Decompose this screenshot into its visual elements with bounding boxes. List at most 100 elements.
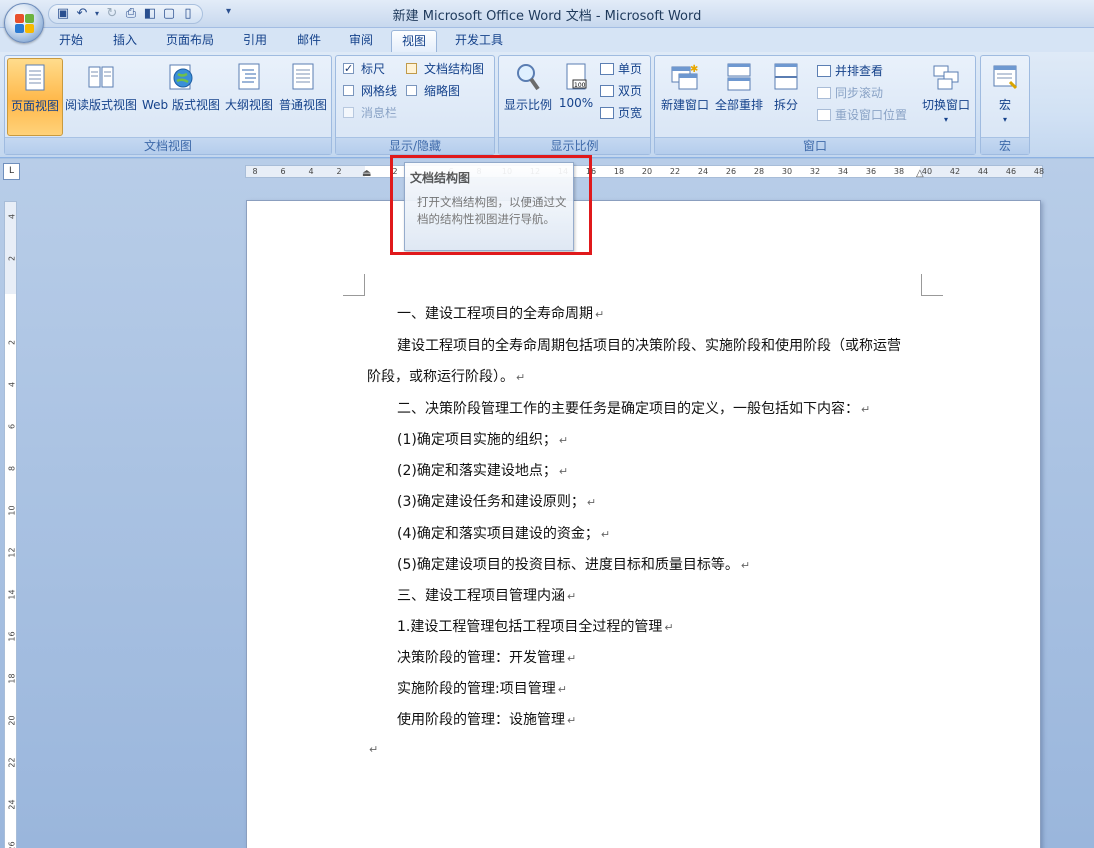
message-bar-checkbox[interactable]: 消息栏	[343, 103, 397, 123]
horizontal-ruler[interactable]: 8642268101214161820222426283032343638404…	[245, 165, 1045, 179]
document-paragraph-line[interactable]: (3)确定建设任务和建设原则； ↵	[397, 491, 596, 511]
arrange-all-button[interactable]: 全部重排	[713, 58, 765, 136]
gridlines-label: 网格线	[361, 84, 398, 98]
view-side-by-side-button[interactable]: 并排查看	[817, 61, 883, 81]
new-window-button[interactable]: ✱ 新建窗口	[657, 58, 713, 136]
synchronous-scrolling-button[interactable]: 同步滚动	[817, 83, 883, 103]
draft-label: 普通视图	[278, 98, 327, 112]
document-paragraph-line[interactable]: 阶段，或称运行阶段）。 ↵	[367, 366, 525, 386]
ruler-tick-label: 36	[865, 167, 877, 176]
document-paragraph-line[interactable]: (4)确定和落实项目建设的资金； ↵	[397, 523, 610, 543]
one-page-button[interactable]: 单页	[600, 59, 642, 79]
sync-scroll-icon	[817, 87, 831, 99]
new-window-label: 新建窗口	[660, 98, 709, 112]
group-show-hide: 标尺 网格线 消息栏 文档结构图 缩略图 显示/隐藏	[335, 55, 495, 155]
print-layout-button[interactable]: 页面视图	[7, 58, 63, 136]
web-layout-label: Web 版式视图	[142, 98, 220, 112]
vruler-tick-label: 16	[7, 631, 17, 642]
right-indent-marker[interactable]: △	[916, 168, 924, 179]
paragraph-text: 一、建设工程项目的全寿命周期	[397, 306, 593, 322]
tab-home[interactable]: 开始	[48, 30, 94, 52]
switch-windows-dropdown-icon: ▾	[943, 115, 948, 124]
macros-button[interactable]: 宏 ▾	[983, 58, 1027, 136]
baidu-watermark: Baidu经验 jingyan.baidu.com	[838, 735, 1048, 848]
switch-windows-button[interactable]: 切换窗口 ▾	[919, 58, 973, 136]
two-pages-button[interactable]: 双页	[600, 81, 642, 101]
group-macros: 宏 ▾ 宏	[980, 55, 1030, 155]
magnifier-icon	[517, 64, 540, 91]
group-document-views: 页面视图 阅读版式视图 Web 版式视图 大纲视图 普通视图 文档视图	[4, 55, 332, 155]
document-paragraph-line[interactable]: (2)确定和落实建设地点； ↵	[397, 460, 568, 480]
vruler-tick-label: 2	[7, 339, 17, 346]
ruler-tick-label: 42	[949, 167, 961, 176]
zoom-100-button[interactable]: 100 100%	[556, 58, 596, 136]
zoom-100-label: 100%	[558, 96, 594, 110]
ruler-tick-label: 48	[1033, 167, 1045, 176]
vertical-ruler[interactable]: 4 2 2 4 6 8 10 12 14 16 18 20 22 24 26	[4, 201, 17, 848]
document-paragraph-line[interactable]: 建设工程项目的全寿命周期包括项目的决策阶段、实施阶段和使用阶段（或称运营	[397, 335, 901, 355]
paragraph-text: (1)确定项目实施的组织；	[397, 432, 557, 448]
ruler-tick-label: 24	[697, 167, 709, 176]
ruler-tick-label: 20	[641, 167, 653, 176]
ruler-tick-label: 18	[613, 167, 625, 176]
document-paragraph-line[interactable]: (5)确定建设项目的投资目标、进度目标和质量目标等。 ↵	[397, 554, 750, 574]
tab-page-layout[interactable]: 页面布局	[158, 30, 222, 52]
vruler-tick-label: 22	[7, 757, 17, 768]
web-layout-button[interactable]: Web 版式视图	[141, 58, 221, 136]
gridlines-checkbox[interactable]: 网格线	[343, 81, 397, 101]
tab-insert[interactable]: 插入	[102, 30, 148, 52]
office-button[interactable]	[4, 3, 44, 43]
switch-windows-label: 切换窗口	[921, 98, 970, 112]
ruler-check-icon	[343, 59, 354, 79]
document-paragraph-line[interactable]: 三、建设工程项目管理内涵 ↵	[397, 585, 576, 605]
document-paragraph-line[interactable]: 1.建设工程管理包括工程项目全过程的管理 ↵	[397, 616, 674, 636]
draft-button[interactable]: 普通视图	[276, 58, 330, 136]
document-paragraph-line[interactable]: (1)确定项目实施的组织； ↵	[397, 429, 568, 449]
paragraph-mark-icon: ↵	[600, 528, 611, 541]
paragraph-mark-icon: ↵	[567, 652, 577, 665]
document-paragraph-line[interactable]: 使用阶段的管理：设施管理 ↵	[397, 709, 576, 729]
document-map-label: 文档结构图	[424, 62, 485, 76]
ruler-tick-label: 4	[308, 167, 314, 176]
paragraph-mark-icon: ↵	[516, 371, 526, 384]
tab-view[interactable]: 视图	[391, 30, 437, 52]
full-screen-reading-button[interactable]: 阅读版式视图	[63, 58, 139, 136]
split-label: 拆分	[773, 98, 798, 112]
document-paragraph-line[interactable]: 二、决策阶段管理工作的主要任务是确定项目的定义，一般包括如下内容： ↵	[397, 398, 870, 418]
svg-text:✱: ✱	[690, 64, 698, 75]
web-globe-icon	[169, 64, 193, 90]
document-paragraph-line[interactable]: 一、建设工程项目的全寿命周期 ↵	[397, 303, 604, 323]
watermark-url: jingyan.baidu.com	[840, 795, 997, 815]
full-screen-reading-label: 阅读版式视图	[64, 98, 137, 112]
ruler-checkbox[interactable]: 标尺	[343, 59, 385, 79]
tab-references[interactable]: 引用	[232, 30, 278, 52]
ruler-tick-label: 32	[809, 167, 821, 176]
zoom-button[interactable]: 显示比例	[501, 58, 555, 136]
thumbnails-checkbox[interactable]: 缩略图	[406, 81, 460, 101]
first-line-indent-marker[interactable]: ⏏	[362, 168, 371, 179]
document-paragraph-line[interactable]: 决策阶段的管理：开发管理 ↵	[397, 647, 576, 667]
page-width-button[interactable]: 页宽	[600, 103, 642, 123]
group-window: ✱ 新建窗口 全部重排 拆分 并排查看 同步滚动 重设窗口位置 切换窗口 ▾ 窗…	[654, 55, 976, 155]
tab-selector-icon[interactable]: L	[3, 163, 20, 180]
split-icon	[774, 63, 798, 90]
paragraph-text: (4)确定和落实项目建设的资金；	[397, 526, 599, 542]
document-map-checkbox[interactable]: 文档结构图	[406, 59, 484, 79]
arrange-all-label: 全部重排	[714, 98, 763, 112]
vruler-tick-label: 10	[7, 505, 17, 516]
tab-review[interactable]: 审阅	[338, 30, 384, 52]
tab-mailings[interactable]: 邮件	[286, 30, 332, 52]
outline-label: 大纲视图	[224, 98, 273, 112]
split-button[interactable]: 拆分	[767, 58, 805, 136]
print-layout-label: 页面视图	[10, 99, 59, 113]
paragraph-mark-icon: ↵	[557, 683, 567, 696]
reset-window-position-button[interactable]: 重设窗口位置	[817, 105, 907, 125]
tab-developer[interactable]: 开发工具	[446, 30, 512, 52]
document-paragraph-line[interactable]: ↵	[367, 741, 378, 757]
one-page-icon	[600, 63, 614, 75]
document-paragraph-line[interactable]: 实施阶段的管理:项目管理 ↵	[397, 678, 567, 698]
new-window-icon: ✱	[671, 64, 698, 90]
outline-button[interactable]: 大纲视图	[222, 58, 276, 136]
ruler-tick-label: 46	[1005, 167, 1017, 176]
highlight-annotation-box	[390, 155, 592, 255]
